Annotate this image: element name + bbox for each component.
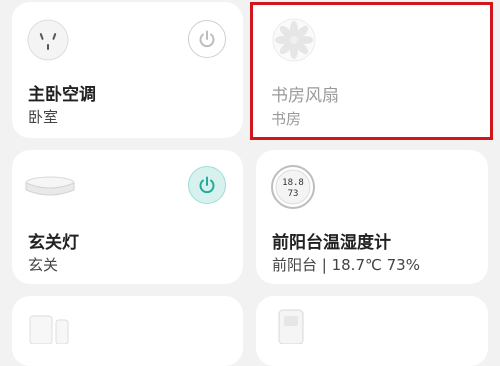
door-window-sensor-icon [29,315,69,344]
device-name: 书房风扇 [271,86,339,106]
device-name: 主卧空调 [28,85,96,105]
device-card-door-sensor[interactable] [12,296,243,366]
device-room: 玄关 [28,256,59,274]
device-name: 前阳台温湿度计 [272,233,391,253]
thermometer-reading-bottom: 73 [288,189,299,199]
device-room: 书房 [271,110,302,128]
ceiling-light-icon [25,176,75,196]
power-icon [199,30,215,48]
device-card-study-fan[interactable]: 书房风扇 书房 [250,2,493,140]
fan-icon [272,18,316,62]
power-icon [199,176,215,194]
device-name: 玄关灯 [28,233,79,253]
thermo-hygrometer-icon: 18.8 73 [271,165,315,209]
motion-sensor-icon [278,309,304,344]
device-card-bedroom-ac[interactable]: 主卧空调 卧室 [12,2,243,138]
device-room: 卧室 [28,108,59,126]
device-card-motion-sensor[interactable] [256,296,488,366]
power-toggle-button[interactable] [188,20,226,58]
device-card-entrance-light[interactable]: 玄关灯 玄关 [12,150,243,284]
device-room: 前阳台 | 18.7℃ 73% [272,256,420,274]
device-card-balcony-thermometer[interactable]: 18.8 73 前阳台温湿度计 前阳台 | 18.7℃ 73% [256,150,488,284]
power-toggle-button[interactable] [188,166,226,204]
thermometer-reading-top: 18.8 [282,178,304,188]
power-socket-icon [27,19,69,61]
